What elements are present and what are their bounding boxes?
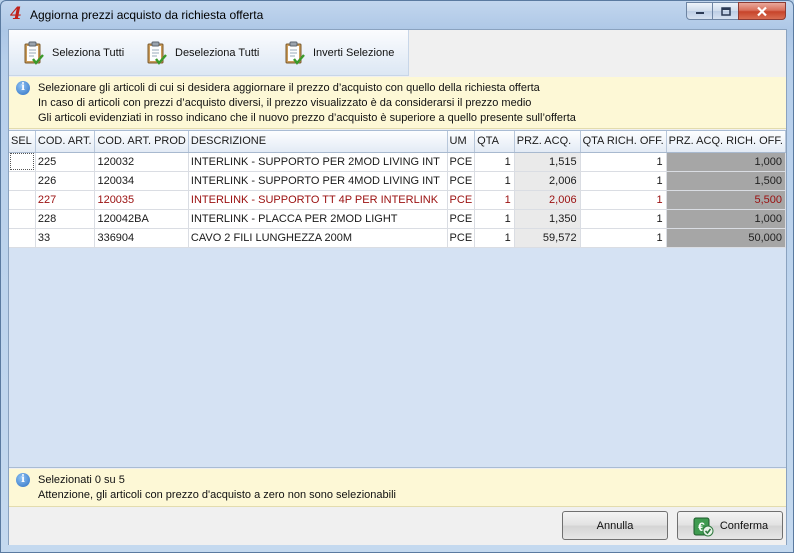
cell-um: PCE	[447, 171, 476, 191]
dialog-window: 4 Aggiorna prezzi acquisto da richiesta …	[0, 0, 794, 553]
col-header-qta[interactable]: QTA	[474, 131, 515, 153]
col-header-cod-art[interactable]: COD. ART.	[35, 131, 96, 153]
select-all-label: Seleziona Tutti	[52, 47, 125, 59]
cell-prz-acq-rich-off: 5,500	[666, 190, 787, 210]
cell-prz-acq: 1,350	[514, 209, 581, 229]
info-panel: i Selezionare gli articoli di cui si des…	[9, 77, 786, 129]
cell-cod-art: 33	[35, 228, 96, 248]
dialog-body: Seleziona Tutti Deseleziona Tutti Invert…	[8, 29, 787, 545]
info-icon: i	[16, 81, 30, 95]
cell-um: PCE	[447, 209, 476, 229]
cell-prz-acq-rich-off: 50,000	[666, 228, 787, 248]
info-icon: i	[16, 473, 30, 487]
row-select-checkbox[interactable]	[9, 209, 36, 229]
cell-qta-rich-off: 1	[580, 228, 667, 248]
articles-grid[interactable]: SEL COD. ART. COD. ART. PROD DESCRIZIONE…	[9, 130, 787, 468]
cancel-label: Annulla	[596, 519, 634, 532]
table-row[interactable]: 225 120032 INTERLINK - SUPPORTO PER 2MOD…	[9, 152, 787, 172]
status-panel: i Selezionati 0 su 5 Attenzione, gli art…	[9, 469, 786, 507]
cell-descrizione: CAVO 2 FILI LUNGHEZZA 200M	[188, 228, 448, 248]
confirm-label: Conferma	[719, 519, 769, 532]
cell-qta-rich-off: 1	[580, 209, 667, 229]
invert-selection-button[interactable]: Inverti Selezione	[284, 39, 394, 67]
deselect-all-button[interactable]: Deseleziona Tutti	[146, 39, 259, 67]
minimize-button[interactable]	[686, 2, 713, 20]
cell-qta: 1	[474, 209, 515, 229]
toolbar: Seleziona Tutti Deseleziona Tutti Invert…	[9, 30, 409, 76]
title-bar[interactable]: 4 Aggiorna prezzi acquisto da richiesta …	[1, 1, 793, 27]
col-header-descrizione[interactable]: DESCRIZIONE	[188, 131, 448, 153]
close-icon	[757, 6, 767, 16]
cell-um: PCE	[447, 152, 476, 172]
col-header-prz-acq-rich-off[interactable]: PRZ. ACQ. RICH. OFF.	[666, 131, 787, 153]
cell-cod-art-prod: 120034	[94, 171, 189, 191]
warning-text: Attenzione, gli articoli con prezzo d'ac…	[38, 489, 396, 501]
row-select-checkbox[interactable]	[9, 190, 36, 210]
table-row-highlighted[interactable]: 227 120035 INTERLINK - SUPPORTO TT 4P PE…	[9, 190, 787, 210]
info-line-2: In caso di articoli con prezzi d’acquist…	[38, 97, 532, 109]
cell-qta-rich-off: 1	[580, 152, 667, 172]
cell-qta-rich-off: 1	[580, 190, 667, 210]
grid-header-row: SEL COD. ART. COD. ART. PROD DESCRIZIONE…	[9, 131, 787, 153]
cell-cod-art-prod: 120035	[94, 190, 189, 210]
clipboard-check-icon	[24, 41, 44, 65]
table-row[interactable]: 228 120042BA INTERLINK - PLACCA PER 2MOD…	[9, 209, 787, 229]
close-button[interactable]	[738, 2, 786, 20]
info-line-3: Gli articoli evidenziati in rosso indica…	[38, 112, 576, 124]
cell-cod-art: 227	[35, 190, 96, 210]
col-header-sel[interactable]: SEL	[9, 131, 36, 153]
cell-prz-acq: 1,515	[514, 152, 581, 172]
clipboard-invert-icon	[285, 41, 305, 65]
cell-cod-art: 228	[35, 209, 96, 229]
cell-cod-art-prod: 120032	[94, 152, 189, 172]
table-row[interactable]: 226 120034 INTERLINK - SUPPORTO PER 4MOD…	[9, 171, 787, 191]
cell-prz-acq: 2,006	[514, 190, 581, 210]
cell-qta: 1	[474, 152, 515, 172]
row-select-checkbox[interactable]	[9, 152, 36, 172]
row-select-checkbox[interactable]	[9, 228, 36, 248]
select-all-button[interactable]: Seleziona Tutti	[23, 39, 124, 67]
cell-qta: 1	[474, 171, 515, 191]
col-header-cod-art-prod[interactable]: COD. ART. PROD	[94, 131, 189, 153]
articles-table: SEL COD. ART. COD. ART. PROD DESCRIZIONE…	[9, 131, 787, 248]
cell-qta-rich-off: 1	[580, 171, 667, 191]
dialog-footer: Annulla € Conferma	[9, 507, 786, 545]
col-header-qta-rich-off[interactable]: QTA RICH. OFF.	[580, 131, 667, 153]
cell-descrizione: INTERLINK - SUPPORTO PER 2MOD LIVING INT	[188, 152, 448, 172]
cell-qta: 1	[474, 228, 515, 248]
cell-cod-art: 225	[35, 152, 96, 172]
col-header-um[interactable]: UM	[447, 131, 476, 153]
cell-um: PCE	[447, 228, 476, 248]
cell-prz-acq: 2,006	[514, 171, 581, 191]
cell-prz-acq-rich-off: 1,000	[666, 209, 787, 229]
window-title: Aggiorna prezzi acquisto da richiesta of…	[30, 8, 264, 22]
cell-prz-acq-rich-off: 1,500	[666, 171, 787, 191]
col-header-prz-acq[interactable]: PRZ. ACQ.	[514, 131, 581, 153]
cancel-button[interactable]: Annulla	[562, 511, 668, 540]
cell-cod-art-prod: 120042BA	[94, 209, 189, 229]
row-select-checkbox[interactable]	[9, 171, 36, 191]
cell-descrizione: INTERLINK - SUPPORTO TT 4P PER INTERLINK	[188, 190, 448, 210]
cell-um: PCE	[447, 190, 476, 210]
confirm-button[interactable]: € Conferma	[677, 511, 783, 540]
selection-count-text: Selezionati 0 su 5	[38, 474, 125, 486]
table-row[interactable]: 33 336904 CAVO 2 FILI LUNGHEZZA 200M PCE…	[9, 228, 787, 248]
invert-selection-label: Inverti Selezione	[313, 47, 395, 59]
confirm-money-icon: €	[693, 517, 714, 536]
cell-qta: 1	[474, 190, 515, 210]
maximize-button[interactable]	[712, 2, 739, 20]
cell-prz-acq: 59,572	[514, 228, 581, 248]
cell-cod-art-prod: 336904	[94, 228, 189, 248]
clipboard-uncheck-icon	[147, 41, 167, 65]
cell-prz-acq-rich-off: 1,000	[666, 152, 787, 172]
minimize-icon	[695, 12, 704, 14]
maximize-icon	[720, 6, 731, 16]
cell-cod-art: 226	[35, 171, 96, 191]
deselect-all-label: Deseleziona Tutti	[175, 47, 260, 59]
cell-descrizione: INTERLINK - SUPPORTO PER 4MOD LIVING INT	[188, 171, 448, 191]
app-logo-icon: 4	[10, 4, 22, 24]
info-line-1: Selezionare gli articoli di cui si desid…	[38, 82, 540, 94]
cell-descrizione: INTERLINK - PLACCA PER 2MOD LIGHT	[188, 209, 448, 229]
